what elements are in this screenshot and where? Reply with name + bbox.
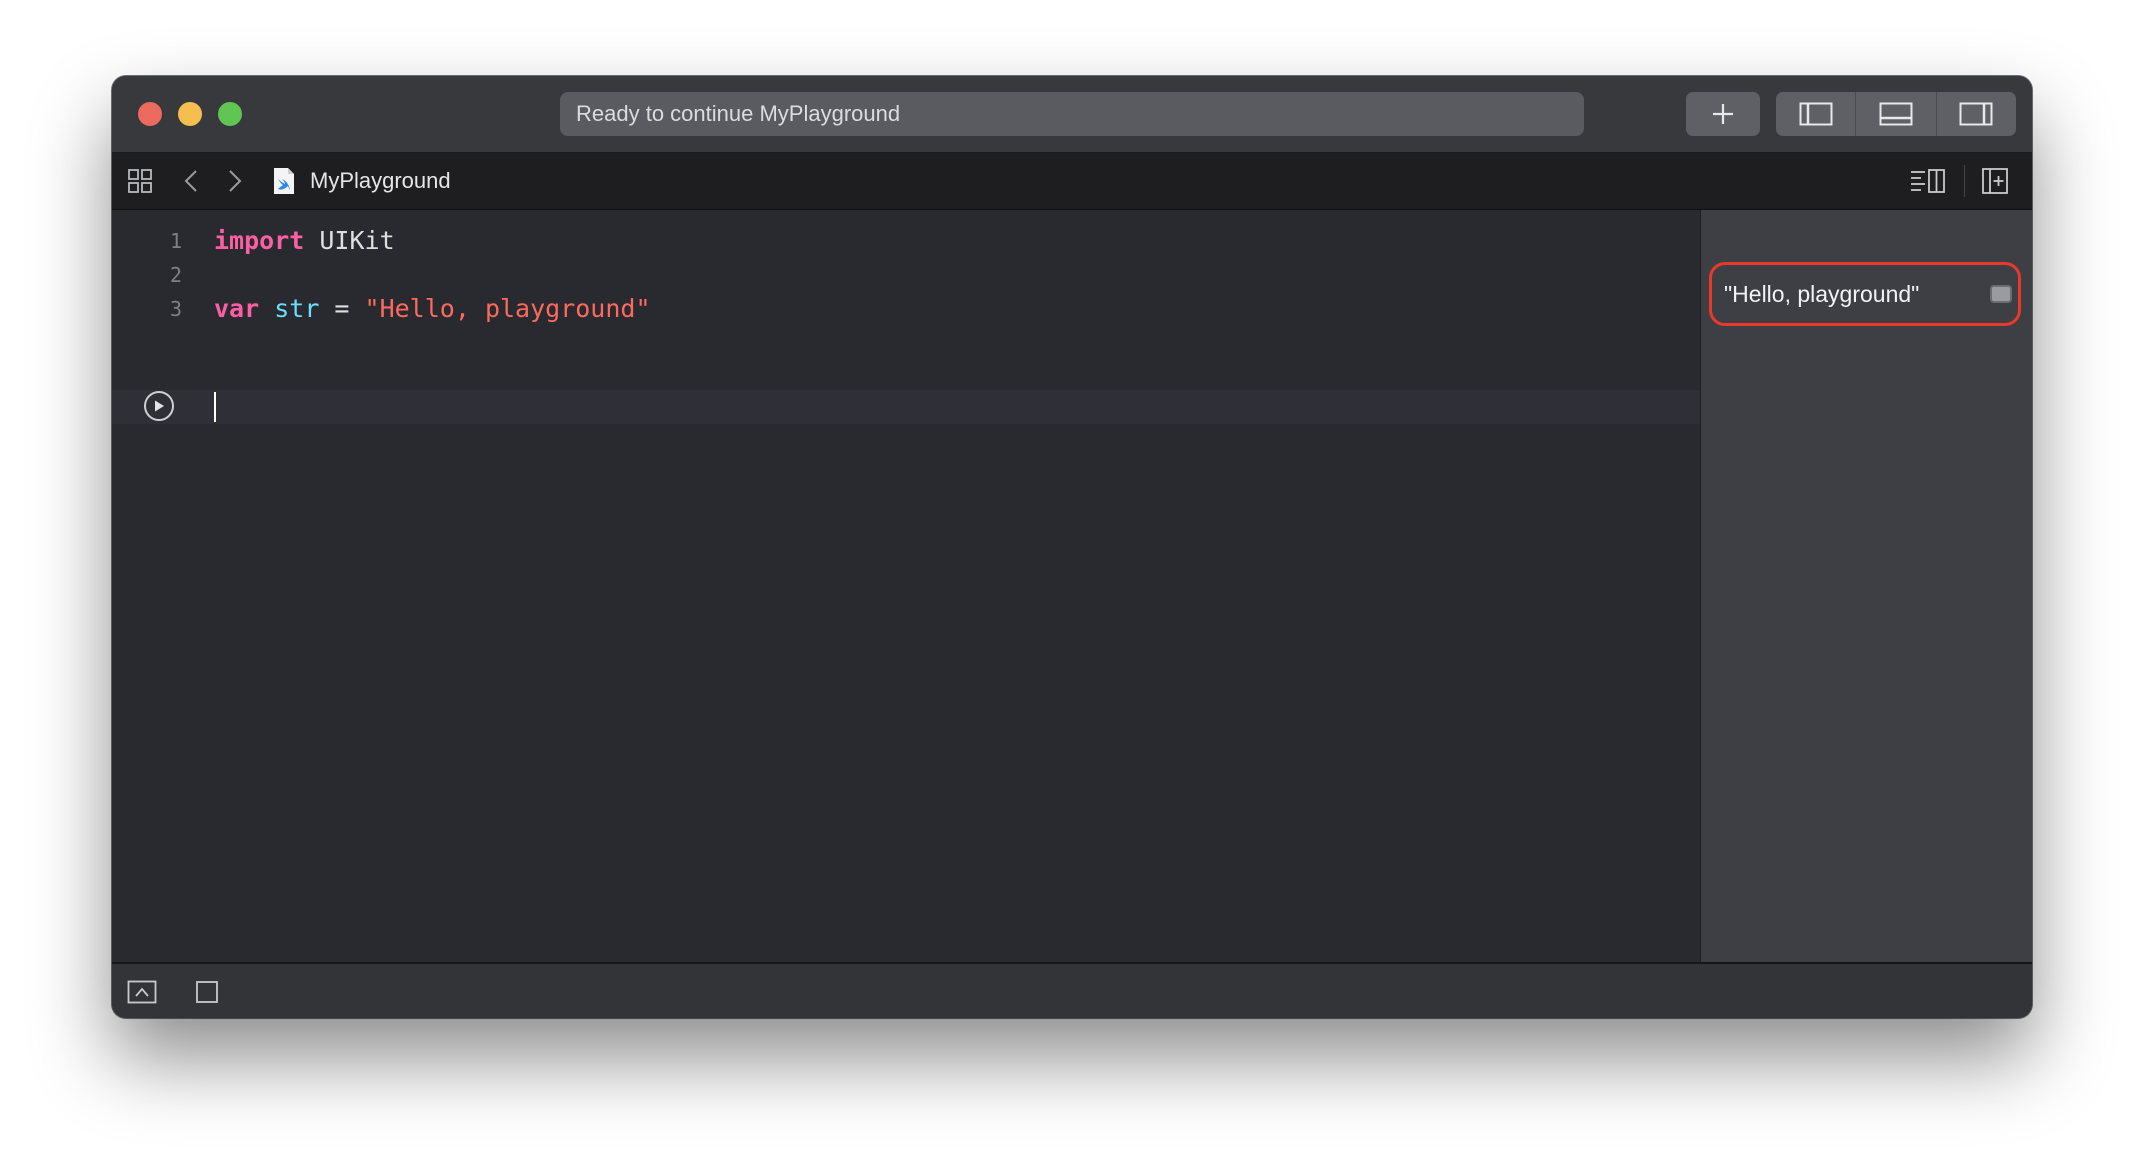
add-editor-icon <box>1982 168 2008 194</box>
stop-icon <box>196 981 218 1003</box>
jumpbar-divider <box>1964 165 1965 197</box>
forward-chevron-icon <box>229 170 242 192</box>
activity-status: Ready to continue MyPlayground <box>560 92 1584 136</box>
inspector-panel-icon <box>1959 102 1993 126</box>
line-number: 2 <box>169 263 182 287</box>
close-window-button[interactable] <box>138 102 162 126</box>
navigator-panel-icon <box>1799 102 1833 126</box>
play-icon <box>155 400 164 412</box>
go-forward-button[interactable] <box>224 167 246 195</box>
toggle-debug-area-button[interactable] <box>1856 92 1937 136</box>
code-line-3: var str = "Hello, playground" <box>214 292 651 326</box>
show-result-toggle-icon[interactable] <box>1990 285 2012 303</box>
plain-token: = <box>319 294 365 323</box>
plus-icon <box>1713 104 1733 124</box>
zoom-window-button[interactable] <box>218 102 242 126</box>
toggle-navigator-button[interactable] <box>1776 92 1857 136</box>
related-items-button[interactable] <box>126 167 154 195</box>
titlebar: Ready to continue MyPlayground <box>112 76 2032 153</box>
plain-token: UIKit <box>304 226 395 255</box>
panel-toggle-group <box>1776 92 2016 136</box>
file-breadcrumb-icon[interactable] <box>272 167 296 195</box>
hide-debug-area-button[interactable] <box>126 978 158 1006</box>
current-line-highlight <box>112 390 1700 424</box>
keyword-token: import <box>214 226 305 255</box>
swift-file-icon <box>274 168 294 194</box>
go-back-button[interactable] <box>180 167 202 195</box>
line-number: 1 <box>169 229 182 253</box>
back-chevron-icon <box>184 170 197 192</box>
minimize-window-button[interactable] <box>178 102 202 126</box>
jump-bar: MyPlayground <box>112 153 2032 210</box>
related-items-icon <box>128 169 152 193</box>
variable-token: str <box>274 294 320 323</box>
keyword-token: var <box>214 294 260 323</box>
line-number: 3 <box>169 297 182 321</box>
code-line-1: import UIKit <box>214 224 395 258</box>
debug-area-icon <box>1879 102 1913 126</box>
debug-bar <box>112 962 2032 1018</box>
result-row-highlighted: "Hello, playground" <box>1709 262 2021 326</box>
hide-debug-area-icon <box>127 980 157 1004</box>
source-editor[interactable]: 1 2 3 import UIKit var str = "Hello, pla… <box>112 210 1700 962</box>
stop-execution-button[interactable] <box>194 978 220 1006</box>
add-editor-button[interactable] <box>1980 167 2010 195</box>
result-value: "Hello, playground" <box>1724 281 1920 307</box>
library-add-button[interactable] <box>1686 92 1760 136</box>
editor-options-button[interactable] <box>1908 167 1948 195</box>
playground-window: Ready to continue MyPlayground MyPlaygro… <box>112 76 2032 1018</box>
editor-options-icon <box>1911 169 1945 193</box>
results-sidebar: "Hello, playground" <box>1700 210 2032 962</box>
string-token: "Hello, playground" <box>364 294 651 323</box>
file-breadcrumb-label[interactable]: MyPlayground <box>310 165 451 197</box>
text-cursor <box>214 392 216 422</box>
toggle-inspector-button[interactable] <box>1937 92 2016 136</box>
line-number-gutter: 1 2 3 <box>112 210 192 962</box>
run-playground-button[interactable] <box>144 391 174 421</box>
